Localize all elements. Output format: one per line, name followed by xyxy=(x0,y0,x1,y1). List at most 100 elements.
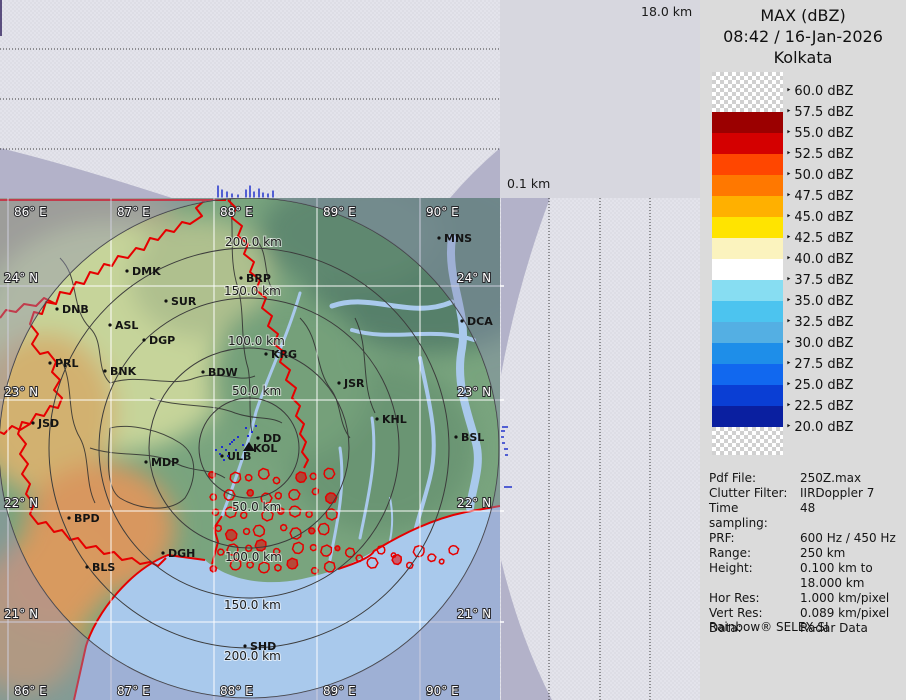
city-label: DCA xyxy=(467,315,493,328)
city-label: PRL xyxy=(55,357,79,370)
scale-tick-icon: ‣ xyxy=(786,401,791,411)
scale-value-text: 47.5 dBZ xyxy=(794,189,853,204)
city-dot xyxy=(103,369,106,372)
latitude-label: 21° N xyxy=(4,607,38,621)
latitude-label: 22° N xyxy=(457,496,491,510)
city-dot xyxy=(239,276,242,279)
scale-band xyxy=(712,301,783,322)
scale-value-label: ‣25.0 dBZ xyxy=(786,377,902,393)
metadata-row: Range:250 km xyxy=(709,546,903,561)
radar-echo-pixel xyxy=(245,427,247,429)
city-dot xyxy=(264,352,267,355)
metadata-value: 1.000 km/pixel xyxy=(800,591,889,606)
longitude-label: 89° E xyxy=(323,684,356,698)
longitude-label: 90° E xyxy=(426,684,459,698)
city-dot xyxy=(256,436,259,439)
scale-value-label: ‣55.0 dBZ xyxy=(786,125,902,141)
city-dot xyxy=(164,299,167,302)
scale-value-text: 52.5 dBZ xyxy=(794,147,853,162)
city-dot xyxy=(125,269,128,272)
radar-echo-pixel xyxy=(231,441,233,443)
metadata-value: 250Z.max xyxy=(800,471,861,486)
scale-band xyxy=(712,196,783,217)
city-dot xyxy=(161,551,164,554)
city-dot xyxy=(55,307,58,310)
metadata-row: Hor Res:1.000 km/pixel xyxy=(709,591,903,606)
scale-band xyxy=(712,238,783,259)
scale-band-transparent xyxy=(712,72,783,112)
city-label: KRG xyxy=(271,348,297,361)
city-label: DMK xyxy=(132,265,161,278)
scale-value-label: ‣50.0 dBZ xyxy=(786,167,902,183)
radar-echo-pixel xyxy=(251,431,253,433)
scale-band xyxy=(712,385,783,406)
coast-island xyxy=(296,472,307,483)
city-dot xyxy=(144,460,147,463)
city-label: BDW xyxy=(208,366,238,379)
coast-island xyxy=(247,490,253,496)
scale-value-text: 57.5 dBZ xyxy=(794,105,853,120)
scale-tick-icon: ‣ xyxy=(786,170,791,180)
city-label: SUR xyxy=(171,295,197,308)
longitude-label: 89° E xyxy=(323,205,356,219)
radar-echo-pixel xyxy=(215,449,217,451)
legend-panel: MAX (dBZ) 08:42 / 16-Jan-2026 Kolkata ‣6… xyxy=(700,0,906,700)
metadata-label: Pdf File: xyxy=(709,471,800,486)
scale-value-label: ‣45.0 dBZ xyxy=(786,209,902,225)
coast-island xyxy=(287,558,298,569)
scale-value-label: ‣37.5 dBZ xyxy=(786,272,902,288)
range-ring-label: 150.0 km xyxy=(224,284,281,298)
city-dot xyxy=(85,565,88,568)
latitude-label: 24° N xyxy=(4,271,38,285)
metadata-row: Vert Res:0.089 km/pixel xyxy=(709,606,903,621)
product-title-block: MAX (dBZ) 08:42 / 16-Jan-2026 Kolkata xyxy=(700,6,906,68)
metadata-label: Vert Res: xyxy=(709,606,800,621)
radar-echo-pixel xyxy=(227,455,229,457)
longitude-label: 87° E xyxy=(117,684,150,698)
latitude-label: 21° N xyxy=(457,607,491,621)
scale-band xyxy=(712,322,783,343)
scale-value-label: ‣20.0 dBZ xyxy=(786,419,902,435)
nodata-wedge-top xyxy=(501,198,550,375)
longitude-label: 86° E xyxy=(14,684,47,698)
metadata-label: Clutter Filter: xyxy=(709,486,800,501)
scale-tick-icon: ‣ xyxy=(786,149,791,159)
software-credit: Rainbow® SELEX-SI xyxy=(709,620,829,634)
height-axis-min-label: 0.1 km xyxy=(507,176,550,191)
coast-island xyxy=(210,566,216,572)
scale-value-label: ‣47.5 dBZ xyxy=(786,188,902,204)
product-metadata: Pdf File:250Z.maxClutter Filter:IIRDoppl… xyxy=(709,471,903,636)
radar-echo-pixel xyxy=(223,459,225,461)
scale-band xyxy=(712,217,783,238)
radar-echo-pixel xyxy=(219,453,221,455)
city-dot xyxy=(337,381,340,384)
scale-tick-icon: ‣ xyxy=(786,422,791,432)
scale-tick-icon: ‣ xyxy=(786,317,791,327)
longitude-label: 87° E xyxy=(117,205,150,219)
scale-value-text: 30.0 dBZ xyxy=(794,336,853,351)
range-ring-label: 50.0 km xyxy=(232,500,281,514)
scale-value-label: ‣52.5 dBZ xyxy=(786,146,902,162)
radar-echo-pixel xyxy=(237,436,239,438)
radar-site-label: KOL xyxy=(253,442,277,455)
radar-echo-pixel xyxy=(255,425,257,427)
city-label: MNS xyxy=(444,232,472,245)
scale-value-label: ‣22.5 dBZ xyxy=(786,398,902,414)
range-ring-label: 100.0 km xyxy=(225,550,282,564)
city-dot xyxy=(201,370,204,373)
nodata-wedge-left xyxy=(0,148,172,198)
scale-value-label: ‣30.0 dBZ xyxy=(786,335,902,351)
city-label: BSL xyxy=(461,431,484,444)
city-label: BLS xyxy=(92,561,115,574)
city-label: BNK xyxy=(110,365,137,378)
scale-tick-icon: ‣ xyxy=(786,296,791,306)
metadata-row: Height:0.100 km to 18.000 km xyxy=(709,561,903,591)
coast-island xyxy=(335,546,340,551)
city-label: JSR xyxy=(343,377,365,390)
scale-band xyxy=(712,364,783,385)
city-dot xyxy=(142,338,145,341)
radar-station-name: Kolkata xyxy=(700,48,906,69)
scale-value-label: ‣32.5 dBZ xyxy=(786,314,902,330)
height-axis-max-label: 18.0 km xyxy=(641,4,692,19)
height-axis-strip: 18.0 km 0.1 km xyxy=(500,0,700,198)
